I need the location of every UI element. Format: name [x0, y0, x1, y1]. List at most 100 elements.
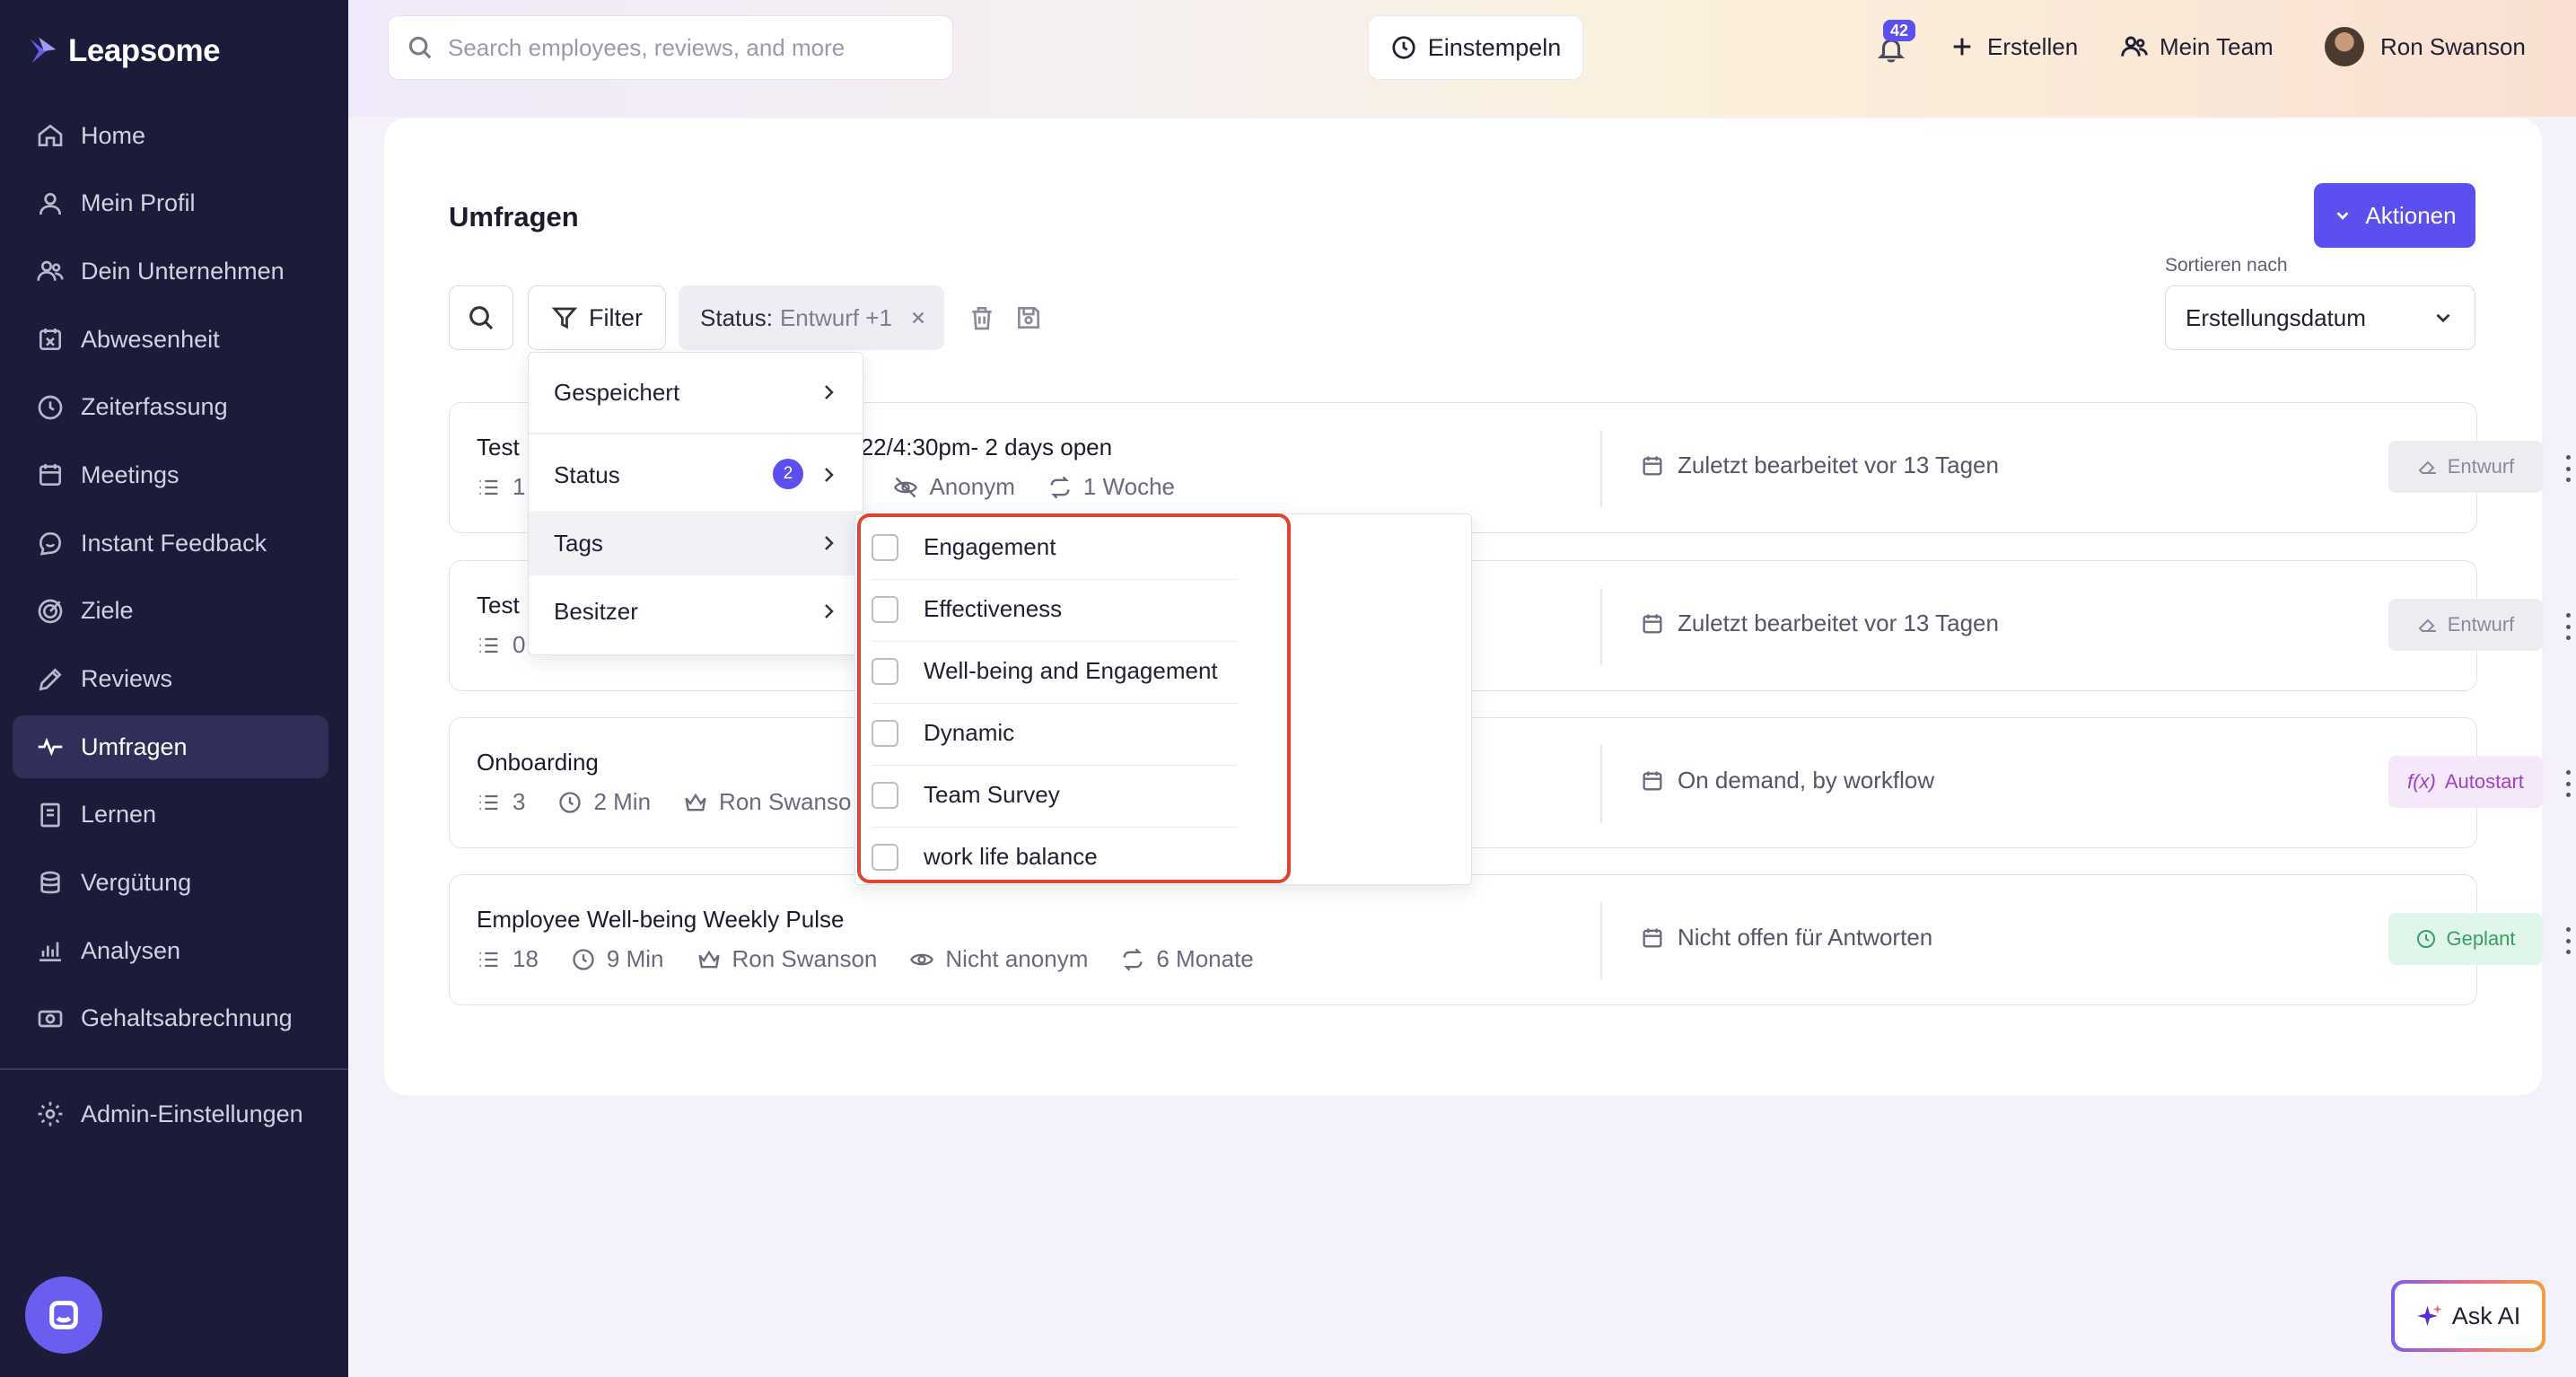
chevron-right-icon	[818, 464, 839, 492]
filter-option-label: Tags	[554, 529, 603, 557]
tag-checkbox[interactable]	[872, 595, 898, 623]
leapsome-logo[interactable]: Leapsome	[27, 29, 221, 74]
filter-icon	[551, 307, 578, 329]
sidebar-item-instant-feedback[interactable]: Instant Feedback	[13, 512, 329, 574]
status-filter-chip[interactable]: Status: Entwurf +1	[679, 285, 944, 350]
frequency: 6 Monate	[1120, 945, 1254, 973]
tag-checkbox[interactable]	[872, 781, 898, 809]
survey-date: Nicht offen für Antworten	[1640, 924, 1932, 952]
sidebar-item-gehaltsabrechnung[interactable]: Gehaltsabrechnung	[13, 987, 329, 1050]
question-count: 18	[477, 945, 539, 973]
survey-title: Onboarding	[477, 749, 599, 776]
tag-checkbox[interactable]	[872, 843, 898, 871]
sidebar-item-verguetung[interactable]: Vergütung	[13, 852, 329, 915]
ask-ai-inner: Ask AI	[2395, 1284, 2542, 1348]
tag-checkbox[interactable]	[872, 533, 898, 561]
crown-icon	[697, 950, 720, 968]
survey-date-text: Zuletzt bearbeitet vor 13 Tagen	[1678, 610, 1999, 636]
sidebar-item-home[interactable]: Home	[13, 104, 329, 167]
notification-count-badge: 42	[1883, 20, 1915, 41]
list-search-button[interactable]	[449, 285, 513, 350]
tag-option[interactable]: Team Survey	[855, 764, 1473, 826]
status-chip-key: Status:	[700, 303, 773, 331]
owner: Ron Swanson	[697, 945, 877, 973]
sidebar-item-mein-profil[interactable]: Mein Profil	[13, 172, 329, 235]
sidebar-item-admin-einstellungen[interactable]: Admin-Einstellungen	[13, 1083, 329, 1145]
tag-option[interactable]: Effectiveness	[855, 578, 1473, 640]
clock-in-button[interactable]: Einstempeln	[1368, 15, 1583, 80]
eye-off-icon	[894, 477, 918, 497]
user-menu[interactable]: Ron Swanson	[2325, 27, 2526, 66]
ask-ai-label: Ask AI	[2451, 1302, 2521, 1329]
tag-checkbox[interactable]	[872, 719, 898, 747]
team-icon	[2121, 36, 2148, 57]
sidebar-item-meetings[interactable]: Meetings	[13, 443, 329, 506]
close-icon[interactable]	[908, 308, 928, 328]
support-chat-button[interactable]	[25, 1276, 102, 1354]
notifications-button[interactable]: 42	[1876, 20, 1915, 66]
sidebar-item-label: Gehaltsabrechnung	[81, 1004, 293, 1032]
sort-select[interactable]: Erstellungsdatum	[2165, 285, 2475, 350]
filter-dropdown: Gespeichert Status 2 Tags Besitzer	[528, 352, 863, 655]
more-options-icon[interactable]	[2559, 927, 2576, 954]
sidebar-item-label: Reviews	[81, 665, 173, 692]
clear-filters-button[interactable]	[968, 303, 996, 332]
pulse-icon	[38, 737, 63, 757]
duration-value: 9 Min	[606, 945, 664, 972]
sidebar-item-dein-unternehmen[interactable]: Dein Unternehmen	[13, 240, 329, 303]
user-name: Ron Swanson	[2380, 32, 2526, 60]
anonymity: Nicht anonym	[909, 945, 1088, 973]
chevron-right-icon	[818, 601, 839, 628]
sidebar-item-analysen[interactable]: Analysen	[13, 919, 329, 982]
create-button[interactable]: Erstellen	[1948, 27, 2078, 66]
duration: 2 Min	[557, 788, 651, 816]
tag-option[interactable]: Well-being and Engagement	[855, 640, 1473, 702]
sidebar-item-zeiterfassung[interactable]: Zeiterfassung	[13, 376, 329, 439]
filter-option-gespeichert[interactable]: Gespeichert	[529, 360, 863, 425]
create-label: Erstellen	[1987, 32, 2079, 60]
global-search[interactable]	[388, 15, 953, 80]
calendar-icon	[1643, 928, 1662, 947]
tag-label: Engagement	[924, 533, 1056, 560]
question-count-value: 0	[513, 631, 526, 658]
filter-option-besitzer[interactable]: Besitzer	[529, 579, 863, 644]
page-title: Umfragen	[449, 201, 579, 232]
survey-row[interactable]: Employee Well-being Weekly Pulse 18 9 Mi…	[449, 874, 2571, 1005]
row-divider	[1600, 745, 1602, 822]
sidebar-item-ziele[interactable]: Ziele	[13, 580, 329, 643]
filter-option-tags[interactable]: Tags	[529, 511, 863, 575]
more-options-icon[interactable]	[2559, 770, 2576, 797]
my-team-button[interactable]: Mein Team	[2120, 27, 2274, 66]
filter-option-status[interactable]: Status 2	[529, 443, 863, 507]
sidebar-item-lernen[interactable]: Lernen	[13, 784, 329, 846]
sort-label: Sortieren nach	[2165, 255, 2288, 276]
gear-icon	[38, 1101, 63, 1127]
calendar-icon	[1643, 771, 1662, 790]
status-badge-label: Autostart	[2444, 770, 2524, 793]
sidebar-item-reviews[interactable]: Reviews	[13, 648, 329, 711]
tag-checkbox[interactable]	[872, 657, 898, 685]
tags-submenu: Engagement Effectiveness Well-being and …	[854, 513, 1472, 885]
tag-option[interactable]: Engagement	[855, 516, 1473, 578]
book-icon	[40, 803, 60, 828]
sidebar-item-umfragen[interactable]: Umfragen	[13, 715, 329, 779]
pen-icon	[39, 667, 62, 690]
more-options-icon[interactable]	[2559, 613, 2576, 640]
actions-button[interactable]: Aktionen	[2314, 183, 2475, 248]
calendar-icon	[1643, 456, 1662, 475]
question-count: 0	[477, 631, 525, 659]
filter-option-label: Status	[554, 460, 620, 488]
search-input[interactable]	[448, 33, 915, 62]
sidebar-item-label: Umfragen	[81, 732, 188, 760]
save-filter-button[interactable]	[1014, 303, 1043, 332]
tag-option[interactable]: Dynamic	[855, 702, 1473, 764]
user-icon	[39, 192, 61, 215]
ask-ai-button[interactable]: Ask AI	[2391, 1280, 2545, 1352]
status-badge: Geplant	[2388, 913, 2543, 965]
survey-date: Zuletzt bearbeitet vor 13 Tagen	[1640, 610, 1999, 637]
tag-option[interactable]: work life balance	[855, 826, 1473, 888]
more-options-icon[interactable]	[2559, 455, 2576, 482]
filter-button[interactable]: Filter	[528, 285, 666, 350]
top-bar: Einstempeln 42 Erstellen Mein Team Ron S…	[348, 0, 2576, 117]
sidebar-item-abwesenheit[interactable]: Abwesenheit	[13, 308, 329, 371]
